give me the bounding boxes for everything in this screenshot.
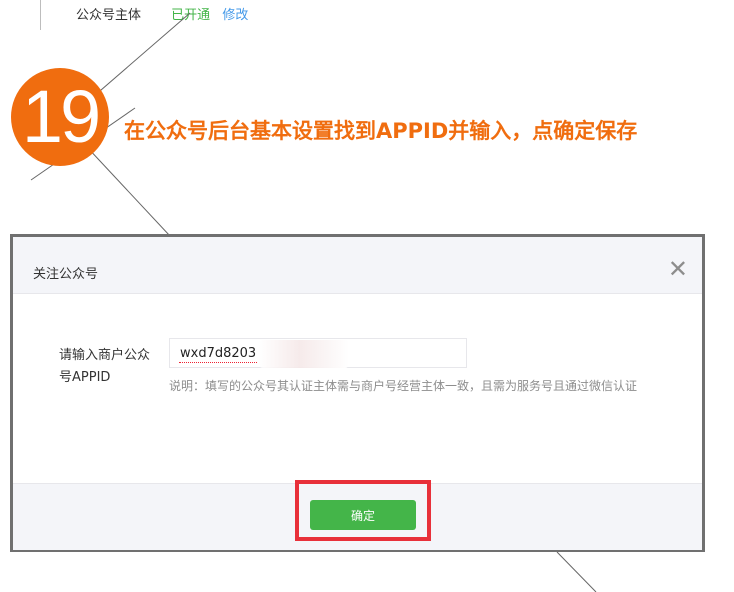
redacted-appid-mask bbox=[259, 340, 349, 368]
follow-account-dialog: 关注公众号 ✕ 请输入商户公众号APPID 说明：填写的公众号其认证主体需与商户… bbox=[10, 234, 705, 552]
appid-field-label: 请输入商户公众号APPID bbox=[59, 348, 151, 385]
dialog-title: 关注公众号 bbox=[33, 267, 99, 282]
spellcheck-underline bbox=[179, 359, 257, 363]
step-caption: 在公众号后台基本设置找到APPID并输入，点确定保存 bbox=[124, 119, 638, 143]
confirm-button[interactable]: 确定 bbox=[310, 500, 416, 530]
dialog-header: 关注公众号 ✕ bbox=[13, 237, 702, 294]
close-icon[interactable]: ✕ bbox=[668, 257, 688, 281]
step-number-badge: 19 bbox=[11, 68, 109, 166]
appid-field-hint: 说明：填写的公众号其认证主体需与商户号经营主体一致，且需为服务号且通过微信认证 bbox=[169, 379, 638, 393]
